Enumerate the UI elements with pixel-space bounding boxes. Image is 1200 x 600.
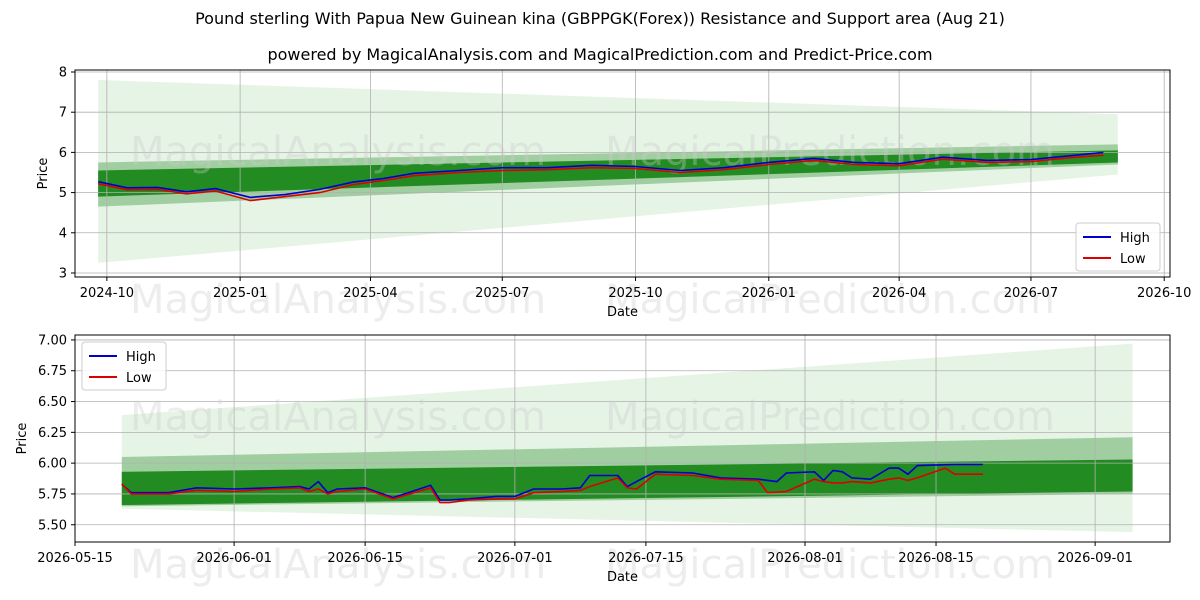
x-tick-label: 2025-01 — [213, 286, 267, 301]
x-tick-label: 2026-07-15 — [608, 551, 684, 566]
legend-label-low: Low — [126, 371, 152, 386]
x-axis-label: Date — [607, 305, 638, 320]
x-tick-label: 2026-01 — [742, 286, 796, 301]
x-tick-label: 2025-04 — [343, 286, 397, 301]
x-tick-label: 2024-10 — [80, 286, 134, 301]
y-tick-label: 8 — [59, 66, 67, 81]
x-tick-label: 2026-04 — [872, 286, 926, 301]
legend-label-high: High — [126, 350, 156, 365]
y-tick-label: 6.25 — [38, 426, 67, 441]
watermark-prediction-1: MagicalPrediction.com — [605, 394, 1055, 440]
y-tick-label: 6.75 — [38, 364, 67, 379]
watermark-analysis-1: MagicalAnalysis.com — [130, 394, 546, 440]
y-tick-label: 4 — [59, 226, 67, 241]
x-tick-label: 2026-06-01 — [196, 551, 272, 566]
y-tick-label: 5 — [59, 186, 67, 201]
x-tick-label: 2026-09-01 — [1057, 551, 1133, 566]
y-tick-label: 7 — [59, 106, 67, 121]
y-tick-label: 3 — [59, 266, 67, 281]
watermark-prediction-b-0: MagicalPrediction.com — [605, 277, 1055, 323]
x-tick-label: 2026-08-01 — [767, 551, 843, 566]
y-axis-label: Price — [15, 423, 30, 455]
y-axis-label: Price — [36, 158, 51, 190]
y-tick-label: 5.50 — [38, 518, 67, 533]
y-tick-label: 6.50 — [38, 395, 67, 410]
legend-label-low: Low — [1120, 252, 1146, 267]
x-axis-label: Date — [607, 570, 638, 585]
y-tick-label: 5.75 — [38, 487, 67, 502]
x-tick-label: 2026-05-15 — [37, 551, 113, 566]
x-tick-label: 2026-07 — [1004, 286, 1058, 301]
x-tick-label: 2026-07-01 — [477, 551, 553, 566]
charts-canvas: MagicalAnalysis.com MagicalPrediction.com… — [15, 66, 1191, 588]
x-tick-label: 2026-08-15 — [898, 551, 974, 566]
y-tick-label: 6.00 — [38, 457, 67, 472]
x-tick-label: 2025-10 — [608, 286, 662, 301]
x-tick-label: 2025-07 — [475, 286, 529, 301]
x-tick-label: 2026-06-15 — [327, 551, 403, 566]
watermark-prediction-0: MagicalPrediction.com — [605, 129, 1055, 175]
x-tick-label: 2026-10 — [1137, 286, 1191, 301]
legend-label-high: High — [1120, 231, 1150, 246]
y-tick-label: 7.00 — [38, 333, 67, 348]
y-tick-label: 6 — [59, 146, 67, 161]
